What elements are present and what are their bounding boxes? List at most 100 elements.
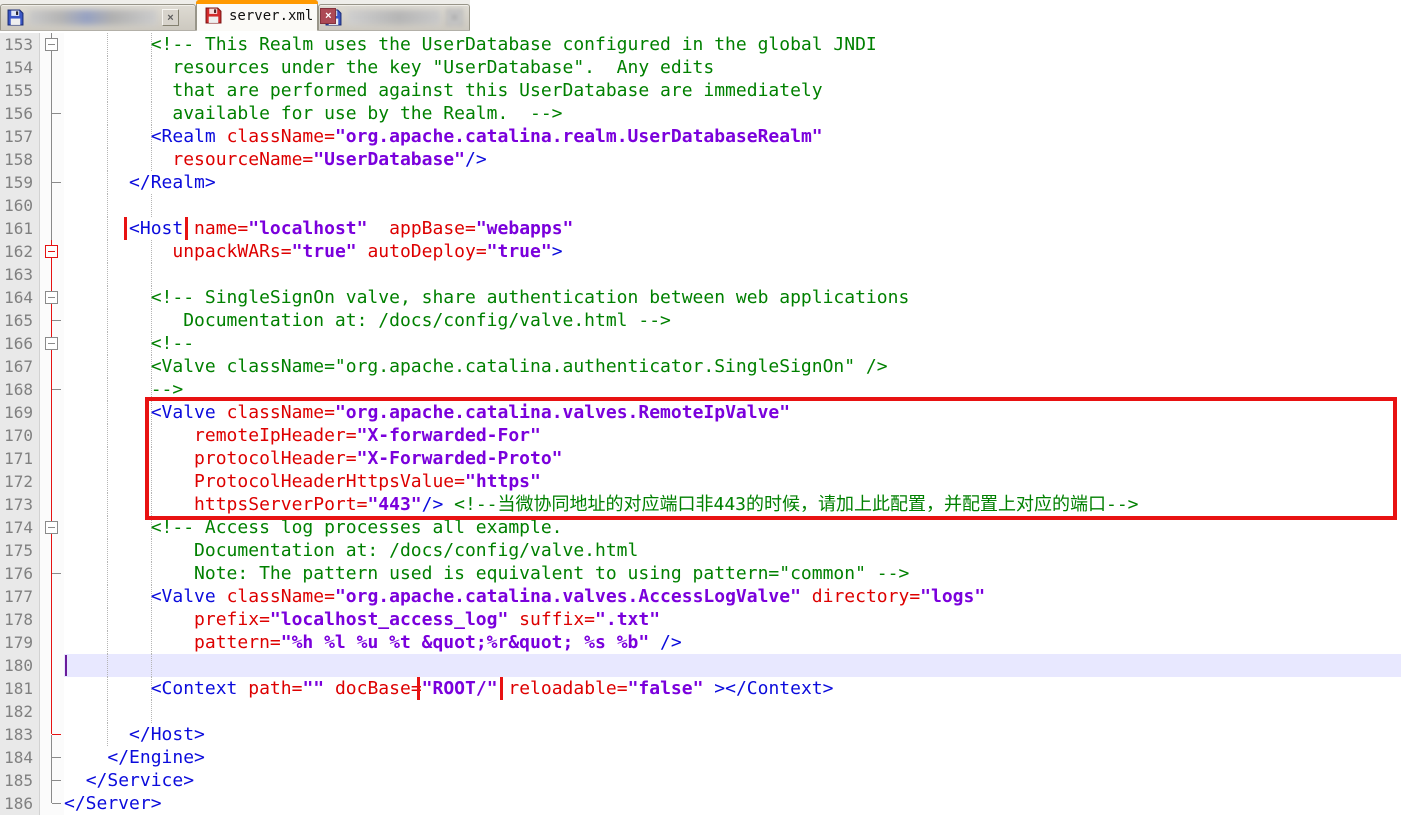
code-line[interactable]: 160 — [0, 194, 1401, 217]
fold-marker[interactable] — [40, 332, 64, 355]
indent-guide — [107, 355, 108, 378]
line-number: 176 — [0, 562, 40, 585]
code-line[interactable]: 171 protocolHeader="X-Forwarded-Proto" — [0, 447, 1401, 470]
code-line[interactable]: 178 prefix="localhost_access_log" suffix… — [0, 608, 1401, 631]
code-editor[interactable]: 153 <!-- This Realm uses the UserDatabas… — [0, 31, 1401, 819]
close-icon[interactable]: × — [320, 7, 337, 24]
tab-server-xml[interactable]: server.xml × — [196, 0, 337, 31]
code-line[interactable]: 166 <!-- — [0, 332, 1401, 355]
code-line[interactable]: 162 unpackWARs="true" autoDeploy="true"> — [0, 240, 1401, 263]
code-line[interactable]: 173 httpsServerPort="443"/> <!--当微协同地址的对… — [0, 493, 1401, 516]
code-line[interactable]: 177 <Valve className="org.apache.catalin… — [0, 585, 1401, 608]
fold-marker[interactable] — [40, 746, 64, 769]
indent-guide — [107, 217, 108, 240]
code-text: <Valve className="org.apache.catalina.va… — [64, 401, 1401, 424]
fold-marker[interactable] — [40, 378, 64, 401]
code-line[interactable]: 183 </Host> — [0, 723, 1401, 746]
fold-marker[interactable] — [40, 125, 64, 148]
close-icon[interactable]: × — [446, 9, 463, 26]
line-number: 177 — [0, 585, 40, 608]
line-number: 183 — [0, 723, 40, 746]
redacted-tab-title — [347, 10, 441, 25]
indent-guide — [151, 194, 152, 217]
fold-marker[interactable] — [40, 148, 64, 171]
code-text: <Host name="localhost" appBase="webapps" — [64, 217, 1401, 240]
fold-marker[interactable] — [40, 585, 64, 608]
fold-marker[interactable] — [40, 700, 64, 723]
fold-marker[interactable] — [40, 424, 64, 447]
code-line[interactable]: 176 Note: The pattern used is equivalent… — [0, 562, 1401, 585]
fold-marker[interactable] — [40, 792, 64, 815]
code-line[interactable]: 185 </Service> — [0, 769, 1401, 792]
code-line[interactable]: 164 <!-- SingleSignOn valve, share authe… — [0, 286, 1401, 309]
fold-marker[interactable] — [40, 447, 64, 470]
fold-marker[interactable] — [40, 309, 64, 332]
fold-marker[interactable] — [40, 102, 64, 125]
indent-guide — [107, 378, 108, 401]
fold-marker[interactable] — [40, 286, 64, 309]
fold-marker[interactable] — [40, 33, 64, 56]
code-line[interactable]: 169 <Valve className="org.apache.catalin… — [0, 401, 1401, 424]
indent-guide — [107, 516, 108, 539]
fold-marker[interactable] — [40, 654, 64, 677]
indent-guide — [107, 332, 108, 355]
code-line[interactable]: 174 <!-- Access log processes all exampl… — [0, 516, 1401, 539]
code-line[interactable]: 181 <Context path="" docBase="ROOT/" rel… — [0, 677, 1401, 700]
fold-marker[interactable] — [40, 539, 64, 562]
code-text: </Service> — [85, 770, 195, 791]
fold-marker[interactable] — [40, 562, 64, 585]
fold-marker[interactable] — [40, 56, 64, 79]
close-icon[interactable]: × — [162, 9, 179, 26]
code-line[interactable]: 175 Documentation at: /docs/config/valve… — [0, 539, 1401, 562]
line-number: 185 — [0, 769, 40, 792]
fold-marker[interactable] — [40, 470, 64, 493]
fold-marker[interactable] — [40, 194, 64, 217]
fold-marker[interactable] — [40, 217, 64, 240]
fold-marker[interactable] — [40, 401, 64, 424]
code-line[interactable]: 182 — [0, 700, 1401, 723]
code-text: <Valve className="org.apache.catalina.va… — [64, 585, 1401, 608]
code-line[interactable]: 156 available for use by the Realm. --> — [0, 102, 1401, 125]
fold-marker[interactable] — [40, 263, 64, 286]
fold-marker[interactable] — [40, 516, 64, 539]
fold-marker[interactable] — [40, 240, 64, 263]
code-line[interactable]: 180 — [0, 654, 1401, 677]
code-line[interactable]: 153 <!-- This Realm uses the UserDatabas… — [0, 33, 1401, 56]
fold-marker[interactable] — [40, 723, 64, 746]
fold-marker[interactable] — [40, 769, 64, 792]
tab-file-3[interactable]: × — [318, 4, 470, 30]
code-line[interactable]: 184 </Engine> — [0, 746, 1401, 769]
code-line[interactable]: 157 <Realm className="org.apache.catalin… — [0, 125, 1401, 148]
indent-guide — [107, 447, 108, 470]
fold-marker[interactable] — [40, 493, 64, 516]
code-line[interactable]: 155 that are performed against this User… — [0, 79, 1401, 102]
line-number: 164 — [0, 286, 40, 309]
code-line[interactable]: 163 — [0, 263, 1401, 286]
code-line[interactable]: 154 resources under the key "UserDatabas… — [0, 56, 1401, 79]
indent-guide — [151, 516, 152, 539]
code-line[interactable]: 167 <Valve className="org.apache.catalin… — [0, 355, 1401, 378]
fold-marker[interactable] — [40, 79, 64, 102]
indent-guide — [107, 654, 108, 677]
code-line[interactable]: 170 remoteIpHeader="X-forwarded-For" — [0, 424, 1401, 447]
fold-marker[interactable] — [40, 355, 64, 378]
fold-marker[interactable] — [40, 608, 64, 631]
code-text: </Realm> — [64, 171, 1401, 194]
line-number: 179 — [0, 631, 40, 654]
fold-marker[interactable] — [40, 631, 64, 654]
saved-file-icon — [7, 9, 24, 26]
code-line[interactable]: 179 pattern="%h %l %u %t &quot;%r&quot; … — [0, 631, 1401, 654]
code-line[interactable]: 159 </Realm> — [0, 171, 1401, 194]
code-line[interactable]: 168 --> — [0, 378, 1401, 401]
fold-marker[interactable] — [40, 677, 64, 700]
indent-guide — [107, 148, 108, 171]
code-text: <!-- Access log processes all example. — [64, 516, 563, 539]
code-line[interactable]: 172 ProtocolHeaderHttpsValue="https" — [0, 470, 1401, 493]
code-line[interactable]: 158 resourceName="UserDatabase"/> — [0, 148, 1401, 171]
code-line[interactable]: 161 <Host name="localhost" appBase="weba… — [0, 217, 1401, 240]
indent-guide — [151, 608, 152, 631]
code-line[interactable]: 165 Documentation at: /docs/config/valve… — [0, 309, 1401, 332]
code-line[interactable]: 186 </Server> — [0, 792, 1401, 815]
fold-marker[interactable] — [40, 171, 64, 194]
tab-file-1[interactable]: × — [0, 4, 196, 30]
